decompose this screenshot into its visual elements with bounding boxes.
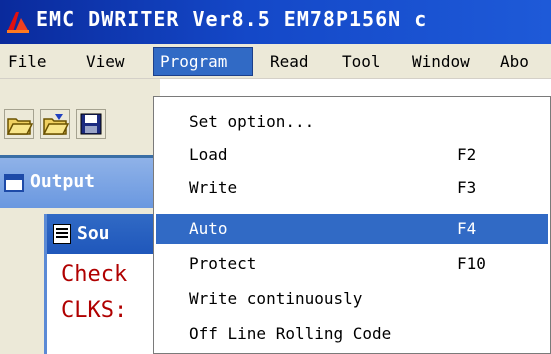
menu-read[interactable]: Read (264, 48, 315, 75)
menu-program[interactable]: Program (153, 47, 253, 76)
menu-item-auto[interactable]: Auto F4 (156, 214, 548, 244)
menu-item-off-line-rolling-code[interactable]: Off Line Rolling Code (156, 319, 548, 349)
window-title: EMC DWRITER Ver8.5 EM78P156N c (36, 7, 428, 31)
menu-view[interactable]: View (80, 48, 131, 75)
window-icon (4, 174, 24, 192)
menu-item-label: Auto (189, 219, 228, 238)
menu-about[interactable]: Abo (494, 48, 535, 75)
menu-item-shortcut: F2 (457, 145, 477, 164)
source-line: CLKS: (61, 298, 128, 323)
source-title: Sou (77, 223, 110, 244)
output-title-bar[interactable]: Output (0, 158, 160, 208)
open-folder-icon (6, 118, 34, 135)
app-logo-icon (7, 12, 29, 33)
menu-item-write-continuously[interactable]: Write continuously (156, 284, 548, 314)
menu-item-shortcut: F4 (457, 219, 477, 238)
menu-item-label: Set option... (189, 112, 315, 131)
menu-window[interactable]: Window (406, 48, 476, 75)
save-icon (80, 113, 102, 135)
source-title-bar[interactable]: Sou (47, 214, 160, 254)
output-title: Output (30, 171, 96, 192)
menu-item-protect[interactable]: Protect F10 (156, 249, 548, 279)
toolbar (0, 79, 160, 155)
menu-item-label: Protect (189, 254, 257, 273)
menu-tool[interactable]: Tool (336, 48, 387, 75)
open-button[interactable] (4, 109, 34, 139)
edit-button[interactable] (40, 109, 70, 139)
title-bar: EMC DWRITER Ver8.5 EM78P156N c (0, 0, 551, 44)
output-window[interactable]: Output Sou Check CLKS: (0, 158, 160, 354)
document-icon (53, 224, 71, 244)
menu-item-label: Off Line Rolling Code (189, 324, 392, 343)
edit-folder-icon (42, 114, 70, 135)
source-window[interactable]: Sou Check CLKS: (44, 214, 160, 354)
menu-item-load[interactable]: Load F2 (156, 140, 548, 170)
menu-item-label: Write (189, 178, 238, 197)
menu-item-write[interactable]: Write F3 (156, 173, 548, 203)
menu-item-shortcut: F3 (457, 178, 477, 197)
menu-item-shortcut: F10 (457, 254, 486, 273)
menu-bar: File View Program Read Tool Window Abo (0, 44, 551, 79)
save-button[interactable] (76, 109, 106, 139)
menu-item-label: Write continuously (189, 289, 363, 308)
source-line: Check (61, 262, 128, 287)
menu-item-label: Load (189, 145, 228, 164)
menu-file[interactable]: File (2, 48, 53, 75)
program-menu-dropdown: Set option... Load F2 Write F3 Auto F4 P… (153, 96, 551, 354)
menu-item-set-option[interactable]: Set option... (156, 107, 548, 137)
